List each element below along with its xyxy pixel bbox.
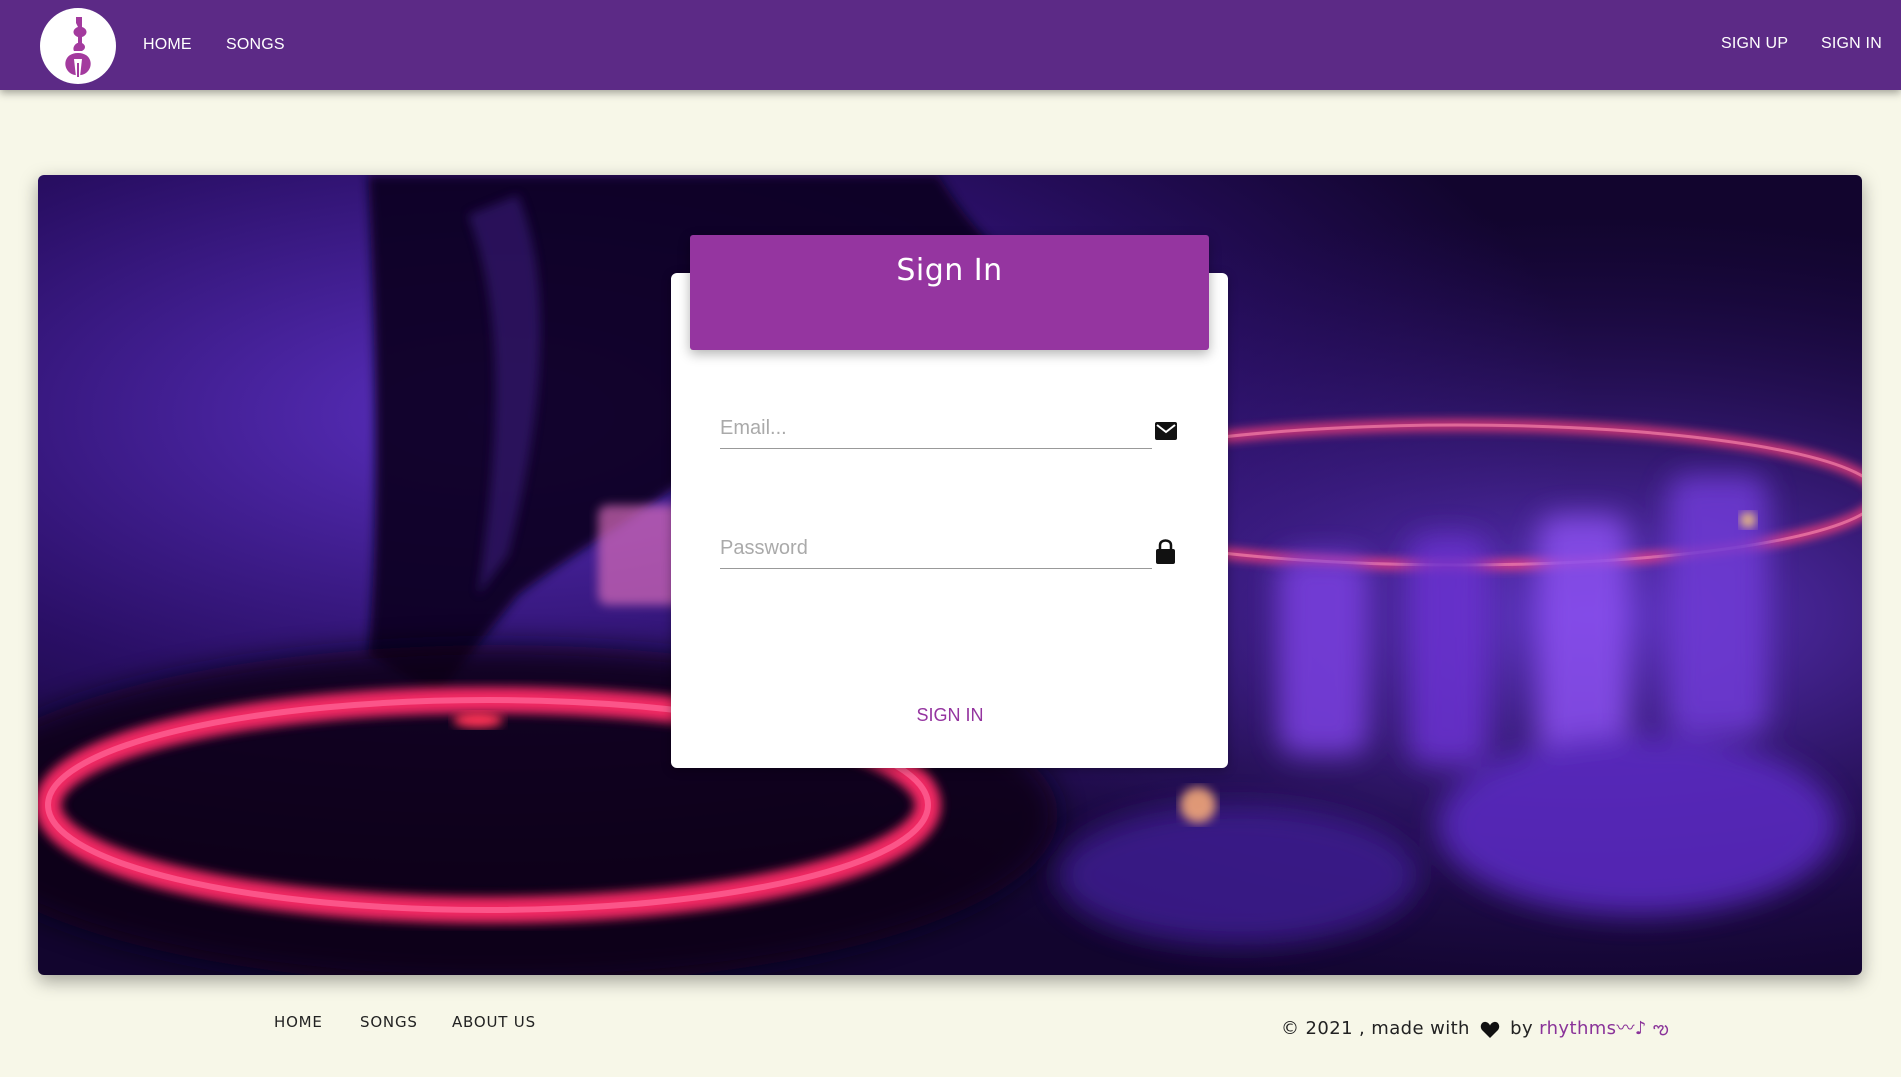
brand-name[interactable]: rhythms [1539, 1018, 1616, 1039]
footer-copyright: © 2021 , made with by rhythms〰♪ ఌ [1281, 1014, 1669, 1045]
brand-link[interactable]: rhythms〰♪ ఌ [1539, 1018, 1669, 1039]
top-navbar: HOME SONGS SIGN UP SIGN IN [0, 0, 1901, 90]
site-logo[interactable] [40, 8, 116, 84]
signin-title: Sign In [896, 253, 1003, 288]
email-field[interactable] [720, 409, 1152, 449]
footer-songs-link[interactable]: SONGS [360, 1013, 418, 1031]
password-field[interactable] [720, 529, 1152, 569]
guitar-music-logo-icon [65, 17, 91, 77]
nav-songs-link[interactable]: SONGS [226, 36, 285, 54]
envelope-icon [1155, 422, 1177, 445]
nav-signin-link[interactable]: SIGN IN [1821, 35, 1882, 53]
footer-home-link[interactable]: HOME [274, 1013, 323, 1031]
nav-home-link[interactable]: HOME [143, 36, 192, 54]
by-text: by [1510, 1018, 1534, 1039]
footer-about-link[interactable]: ABOUT US [452, 1013, 536, 1031]
nav-signup-link[interactable]: SIGN UP [1721, 35, 1788, 53]
heart-icon [1480, 1020, 1500, 1045]
lock-icon [1156, 538, 1175, 569]
brand-suffix: 〰♪ ఌ [1616, 1018, 1670, 1039]
signin-submit-button[interactable]: SIGN IN [855, 697, 1045, 733]
signin-card-header: Sign In [690, 235, 1209, 350]
copyright-text: © 2021 , made with [1281, 1018, 1470, 1039]
